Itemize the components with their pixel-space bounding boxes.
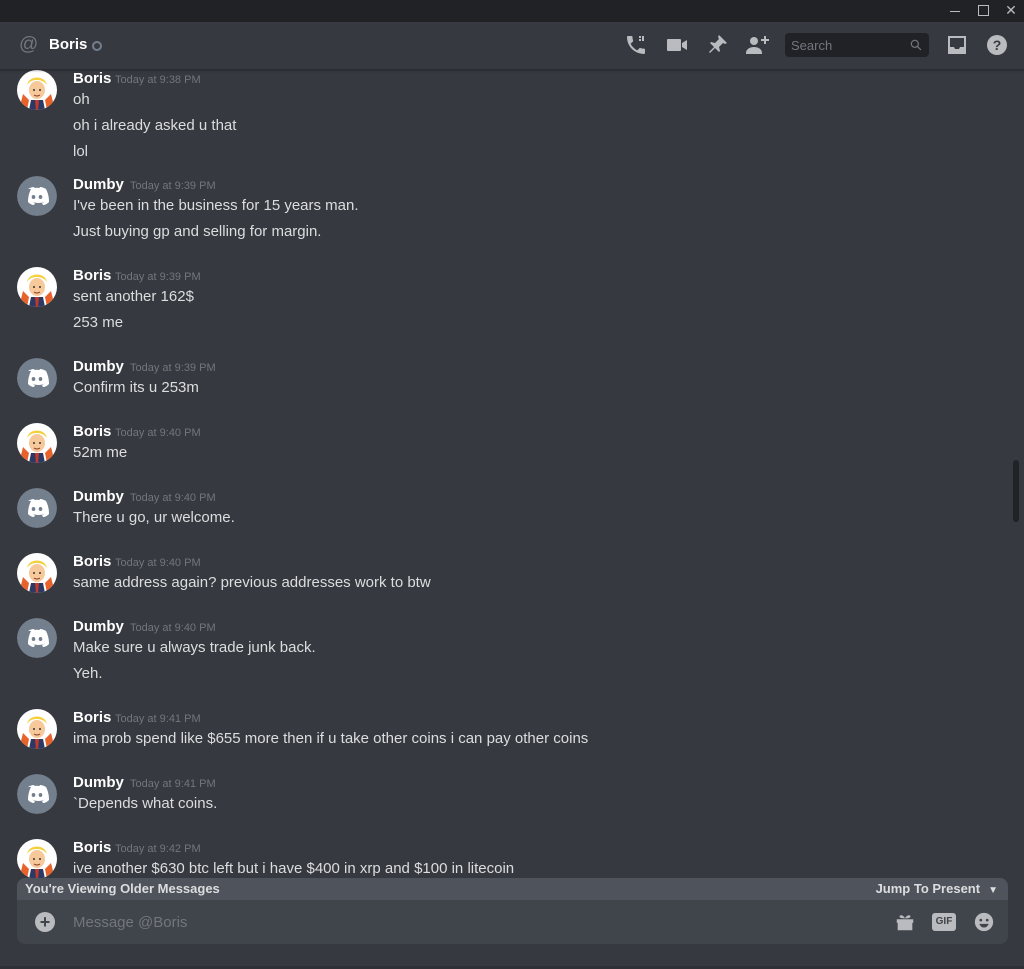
message-author[interactable]: Boris (73, 553, 111, 570)
offline-status-icon (92, 41, 102, 51)
minimize-button[interactable] (941, 0, 969, 22)
message-text: ima prob spend like $655 more then if u … (73, 730, 589, 747)
emoji-icon[interactable] (973, 911, 995, 933)
inbox-icon[interactable] (945, 33, 969, 57)
message-author[interactable]: Boris (73, 70, 111, 87)
message-list[interactable]: Boris Today at 9:38 PM oh oh i already aske… (0, 70, 1010, 878)
dm-recipient-name[interactable]: Boris (49, 36, 87, 53)
avatar[interactable] (17, 267, 57, 307)
message-timestamp: Today at 9:42 PM (115, 843, 201, 855)
message-timestamp: Today at 9:40 PM (130, 622, 216, 634)
message-text: There u go, ur welcome. (73, 509, 235, 526)
message-text: `Depends what coins. (73, 795, 218, 812)
message-text: oh i already asked u that (73, 117, 237, 134)
message-author[interactable]: Dumby (73, 358, 124, 375)
video-icon[interactable] (665, 33, 689, 57)
at-icon: @ (19, 34, 39, 55)
message-timestamp: Today at 9:39 PM (130, 180, 216, 192)
avatar[interactable] (17, 70, 57, 110)
search-input[interactable] (785, 33, 905, 57)
message-author[interactable]: Boris (73, 423, 111, 440)
message-text: Just buying gp and selling for margin. (73, 223, 322, 240)
message-timestamp: Today at 9:40 PM (115, 557, 201, 569)
message-author[interactable]: Dumby (73, 774, 124, 791)
avatar[interactable] (17, 709, 57, 749)
message-timestamp: Today at 9:40 PM (115, 427, 201, 439)
message-timestamp: Today at 9:41 PM (115, 713, 201, 725)
dm-chat-view: @ Boris ? Boris Today at 9:38 PM oh oh i al… (0, 22, 1024, 969)
avatar[interactable] (17, 423, 57, 463)
scrollbar[interactable] (1012, 70, 1020, 878)
maximize-icon (977, 5, 989, 16)
chevron-down-icon: ▼ (988, 885, 998, 896)
window-titlebar: ✕ (0, 0, 1024, 22)
close-button[interactable]: ✕ (997, 0, 1024, 22)
message-text: Confirm its u 253m (73, 379, 199, 396)
avatar[interactable] (17, 176, 57, 216)
add-friend-icon[interactable] (745, 33, 769, 57)
avatar[interactable] (17, 553, 57, 593)
message-text: 52m me (73, 444, 128, 461)
message-composer: + GIF (17, 900, 1008, 944)
message-timestamp: Today at 9:39 PM (130, 362, 216, 374)
message-timestamp: Today at 9:40 PM (130, 492, 216, 504)
search-icon (909, 38, 923, 52)
message-text: oh (73, 91, 90, 108)
message-text: Make sure u always trade junk back. (73, 639, 316, 656)
message-author[interactable]: Boris (73, 709, 111, 726)
jump-to-present-button[interactable]: Jump To Present ▼ (876, 881, 998, 896)
avatar[interactable] (17, 358, 57, 398)
message-input[interactable] (73, 910, 853, 934)
svg-text:?: ? (993, 37, 1002, 53)
avatar[interactable] (17, 839, 57, 878)
message-author[interactable]: Dumby (73, 618, 124, 635)
jump-to-present-label: Jump To Present (875, 881, 981, 896)
avatar[interactable] (17, 774, 57, 814)
message-text: lol (73, 143, 89, 160)
avatar[interactable] (17, 488, 57, 528)
minimize-icon (950, 11, 960, 12)
gif-icon[interactable]: GIF (932, 913, 956, 931)
message-timestamp: Today at 9:39 PM (115, 271, 201, 283)
older-messages-text: You're Viewing Older Messages (25, 881, 220, 896)
message-timestamp: Today at 9:41 PM (130, 778, 216, 790)
gift-icon[interactable] (894, 911, 916, 933)
attach-plus-icon[interactable]: + (35, 912, 55, 932)
message-text: ive another $630 btc left but i have $40… (73, 860, 515, 877)
message-text: I've been in the business for 15 years m… (73, 197, 359, 214)
message-timestamp: Today at 9:38 PM (115, 74, 201, 86)
maximize-button[interactable] (969, 0, 997, 22)
help-icon[interactable]: ? (985, 33, 1009, 57)
avatar[interactable] (17, 618, 57, 658)
close-icon: ✕ (1005, 2, 1017, 18)
message-author[interactable]: Boris (73, 839, 111, 856)
channel-header: @ Boris ? (0, 22, 1024, 70)
message-author[interactable]: Boris (73, 267, 111, 284)
message-author[interactable]: Dumby (73, 176, 124, 193)
message-text: Yeh. (73, 665, 103, 682)
search-box[interactable] (785, 33, 929, 57)
older-messages-bar: You're Viewing Older Messages Jump To Pr… (17, 878, 1008, 900)
message-text: 253 me (73, 314, 124, 331)
message-text: same address again? previous addresses w… (73, 574, 431, 591)
scrollbar-thumb[interactable] (1013, 460, 1019, 522)
pin-icon[interactable] (705, 33, 729, 57)
call-icon[interactable] (624, 33, 648, 57)
message-author[interactable]: Dumby (73, 488, 124, 505)
message-text: sent another 162$ (73, 288, 194, 305)
